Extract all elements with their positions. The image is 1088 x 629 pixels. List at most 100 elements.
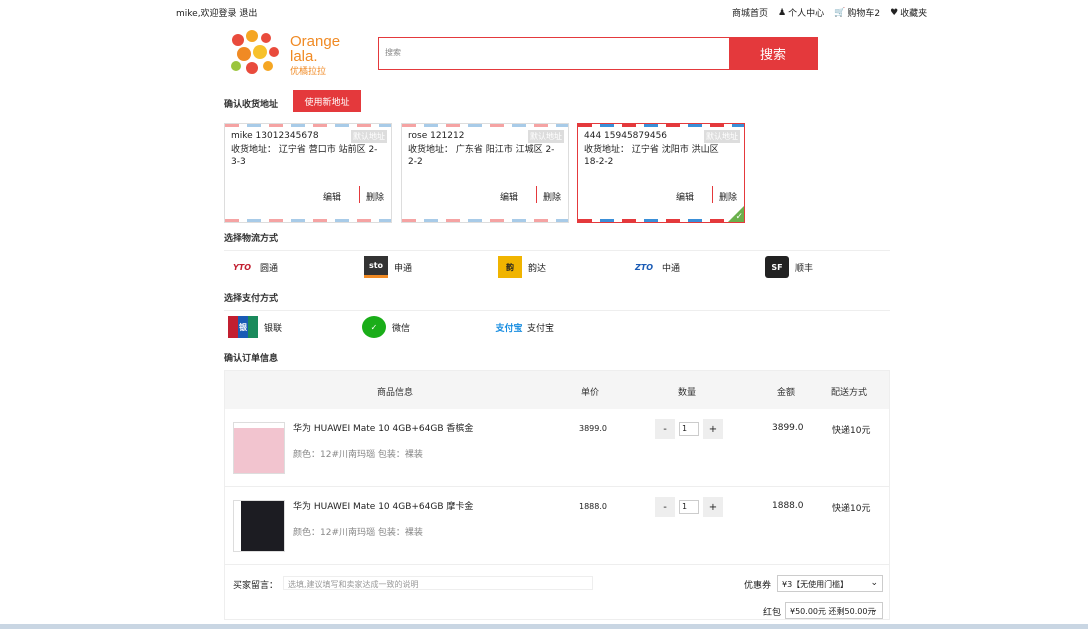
header-shipping: 配送方式 bbox=[831, 388, 868, 398]
delete-address-button[interactable]: 删除 bbox=[536, 186, 561, 203]
top-nav: 商城首页 ♟ 个人中心 🛒 购物车2 ♥ 收藏夹 bbox=[732, 6, 928, 20]
logistics-label: 圆通 bbox=[260, 263, 279, 274]
buyer-message-input[interactable]: 选填,建议填写和卖家达成一致的说明 bbox=[283, 576, 593, 590]
card-stripe bbox=[225, 219, 391, 222]
product-name[interactable]: 华为 HUAWEI Mate 10 4GB+64GB 香槟金 bbox=[293, 421, 473, 434]
unit-price: 1888.0 bbox=[579, 502, 607, 511]
cart-label: 购物车2 bbox=[847, 9, 881, 19]
search-input[interactable]: 搜索 bbox=[379, 38, 729, 69]
logistics-option-yunda[interactable]: 韵 韵达 bbox=[498, 256, 546, 278]
payment-label: 微信 bbox=[392, 323, 411, 334]
address-line: 收货地址： 广东省 阳江市 江城区 2-2-2 bbox=[408, 145, 555, 167]
search-bar: 搜索 搜索 bbox=[378, 37, 818, 70]
edit-address-button[interactable]: 编辑 bbox=[676, 190, 694, 203]
logistics-option-sto[interactable]: sto 申通 bbox=[364, 256, 412, 278]
product-attributes: 颜色：12#川南玛瑙 包装：裸装 bbox=[293, 450, 423, 460]
product-attributes: 颜色：12#川南玛瑙 包装：裸装 bbox=[293, 528, 423, 538]
header-qty: 数量 bbox=[678, 388, 697, 398]
default-badge[interactable]: 默认地址 bbox=[704, 130, 740, 143]
wechat-logo-icon: ✓ bbox=[362, 316, 386, 338]
decrease-button[interactable]: - bbox=[655, 497, 675, 517]
order-table-header: 商品信息 单价 数量 金额 配送方式 bbox=[225, 371, 889, 409]
yto-logo-icon: YTO bbox=[232, 262, 252, 272]
product-image[interactable] bbox=[233, 500, 285, 552]
address-line: 收货地址： 辽宁省 沈阳市 洪山区 18-2-2 bbox=[584, 145, 719, 167]
delete-address-button[interactable]: 删除 bbox=[359, 186, 384, 203]
logo-dots-icon bbox=[231, 30, 279, 74]
order-table: 商品信息 单价 数量 金额 配送方式 华为 HUAWEI Mate 10 4GB… bbox=[224, 370, 890, 620]
bottom-taskbar bbox=[0, 624, 1088, 629]
product-image[interactable] bbox=[233, 422, 285, 474]
coupon-select[interactable]: ¥3【无使用门槛】 ⌄ bbox=[777, 575, 883, 592]
header-price: 单价 bbox=[581, 388, 600, 398]
logistics-option-yto[interactable]: YTO 圆通 bbox=[230, 256, 278, 278]
address-card[interactable]: rose 121212 默认地址 收货地址： 广东省 阳江市 江城区 2-2-2… bbox=[401, 123, 569, 223]
unit-price: 3899.0 bbox=[579, 424, 607, 433]
payment-option-wechat[interactable]: ✓ 微信 bbox=[362, 316, 410, 338]
coupon-label: 优惠券 bbox=[744, 581, 772, 591]
logistics-option-zto[interactable]: ZTO 中通 bbox=[632, 256, 680, 278]
favorites-label: 收藏夹 bbox=[900, 9, 928, 19]
site-logo[interactable]: Orange lala. 优橘拉拉 bbox=[228, 28, 348, 78]
shipping-method: 快递10元 bbox=[832, 504, 871, 514]
search-button[interactable]: 搜索 bbox=[729, 38, 817, 69]
top-bar: mike,欢迎登录 退出 商城首页 ♟ 个人中心 🛒 购物车2 ♥ 收藏夹 bbox=[0, 0, 1088, 22]
edit-address-button[interactable]: 编辑 bbox=[323, 190, 341, 203]
address-card-selected[interactable]: 444 15945879456 默认地址 收货地址： 辽宁省 沈阳市 洪山区 1… bbox=[577, 123, 745, 223]
user-center-link[interactable]: ♟ 个人中心 bbox=[778, 6, 825, 20]
user-center-label: 个人中心 bbox=[788, 9, 825, 19]
logistics-option-sf[interactable]: SF 顺丰 bbox=[765, 256, 813, 278]
chevron-down-icon: ⌄ bbox=[870, 578, 878, 588]
increase-button[interactable]: + bbox=[703, 419, 723, 439]
edit-address-button[interactable]: 编辑 bbox=[500, 190, 518, 203]
zto-logo-icon: ZTO bbox=[634, 262, 654, 272]
default-badge[interactable]: 默认地址 bbox=[351, 130, 387, 143]
quantity-stepper: - 1 + bbox=[655, 497, 723, 517]
quantity-input[interactable]: 1 bbox=[679, 422, 699, 436]
check-icon: ✓ bbox=[735, 212, 743, 222]
new-address-button[interactable]: 使用新地址 bbox=[293, 90, 361, 112]
logistics-label: 申通 bbox=[394, 263, 413, 274]
increase-button[interactable]: + bbox=[703, 497, 723, 517]
alipay-logo-icon: 支付宝 bbox=[495, 323, 523, 334]
address-line: 收货地址： 辽宁省 营口市 站前区 2-3-3 bbox=[231, 145, 378, 167]
order-section-title: 确认订单信息 bbox=[224, 354, 279, 364]
payment-option-alipay[interactable]: 支付宝 支付宝 bbox=[493, 316, 554, 338]
address-name: mike 13012345678 bbox=[231, 131, 319, 141]
product-name[interactable]: 华为 HUAWEI Mate 10 4GB+64GB 摩卡金 bbox=[293, 499, 473, 512]
line-total: 1888.0 bbox=[772, 501, 804, 511]
quantity-input[interactable]: 1 bbox=[679, 500, 699, 514]
heart-icon: ♥ bbox=[890, 7, 899, 18]
redpacket-select[interactable]: ¥50.00元 还剩50.00元 ⌄ bbox=[785, 602, 883, 619]
logo-text: Orange lala. bbox=[290, 34, 340, 64]
logistics-label: 顺丰 bbox=[795, 263, 814, 274]
shipping-method: 快递10元 bbox=[832, 426, 871, 436]
mall-home-link[interactable]: 商城首页 bbox=[732, 6, 768, 19]
unionpay-logo-icon: 银 bbox=[228, 316, 258, 338]
address-card[interactable]: mike 13012345678 默认地址 收货地址： 辽宁省 营口市 站前区 … bbox=[224, 123, 392, 223]
cart-link[interactable]: 🛒 购物车2 bbox=[834, 6, 881, 20]
default-badge[interactable]: 默认地址 bbox=[528, 130, 564, 143]
redpacket-label: 红包 bbox=[763, 608, 782, 618]
divider bbox=[224, 250, 890, 251]
divider bbox=[224, 310, 890, 311]
order-row: 华为 HUAWEI Mate 10 4GB+64GB 摩卡金 颜色：12#川南玛… bbox=[225, 487, 889, 565]
cart-icon: 🛒 bbox=[834, 7, 846, 18]
user-greeting[interactable]: mike,欢迎登录 退出 bbox=[176, 6, 257, 19]
payment-label: 银联 bbox=[264, 323, 283, 334]
card-stripe bbox=[402, 219, 568, 222]
card-stripe bbox=[402, 124, 568, 127]
card-stripe bbox=[578, 124, 744, 127]
decrease-button[interactable]: - bbox=[655, 419, 675, 439]
logistics-label: 韵达 bbox=[528, 263, 547, 274]
redpacket-value: ¥50.00元 还剩50.00元 bbox=[790, 607, 876, 616]
payment-option-unionpay[interactable]: 银 银联 bbox=[228, 316, 282, 338]
quantity-stepper: - 1 + bbox=[655, 419, 723, 439]
payment-section-title: 选择支付方式 bbox=[224, 294, 279, 304]
favorites-link[interactable]: ♥ 收藏夹 bbox=[890, 6, 928, 20]
delete-address-button[interactable]: 删除 bbox=[712, 186, 737, 203]
address-name: 444 15945879456 bbox=[584, 131, 668, 141]
logo-word-1: Orange bbox=[290, 33, 341, 50]
logistics-section-title: 选择物流方式 bbox=[224, 234, 279, 244]
address-section-title: 确认收货地址 bbox=[224, 100, 279, 110]
